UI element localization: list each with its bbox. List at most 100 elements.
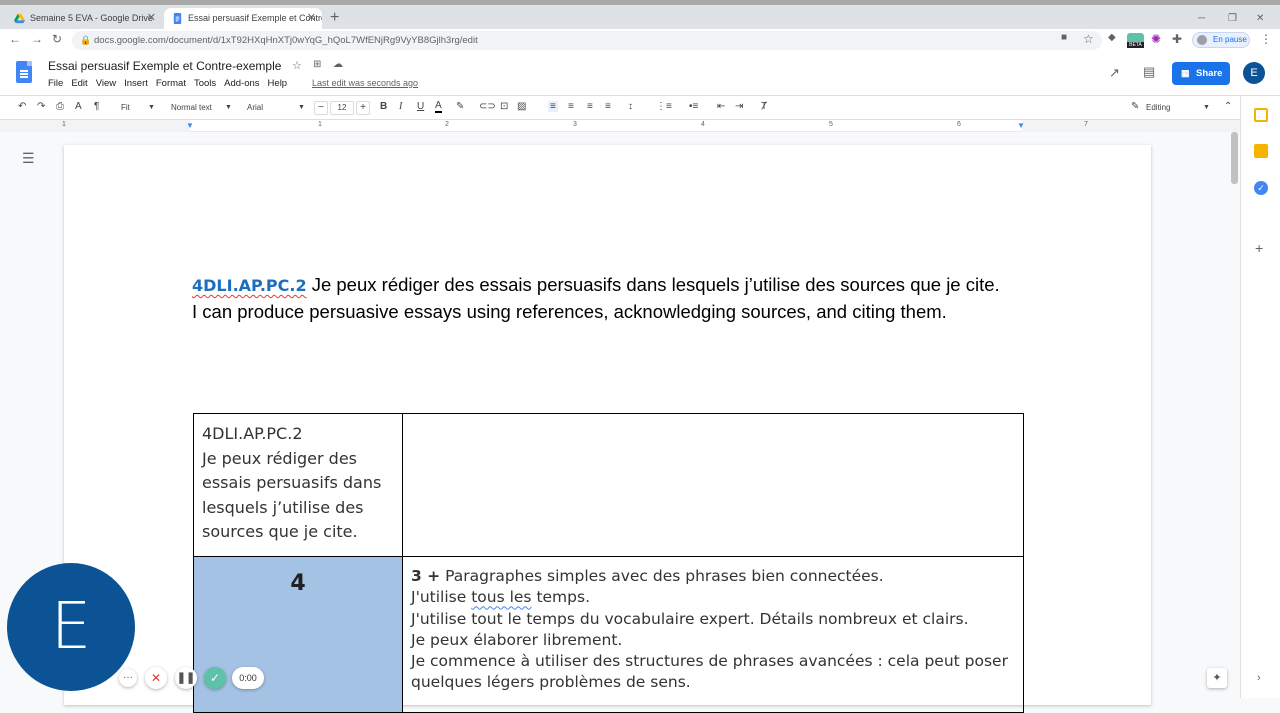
objective-heading[interactable]: 4DLI.AP.PC.2 Je peux rédiger des essais … bbox=[192, 272, 1012, 325]
rubric-table: 4DLI.AP.PC.2 Je peux rédiger des essais … bbox=[193, 413, 1024, 713]
descriptor-cell[interactable]: 3 + Paragraphes simples avec des phrases… bbox=[402, 556, 1024, 713]
table-cell-empty[interactable] bbox=[402, 413, 1024, 557]
finish-recording-icon[interactable]: ✓ bbox=[204, 667, 226, 689]
style-select[interactable]: Normal text bbox=[171, 103, 212, 112]
font-size-input[interactable]: 12 bbox=[330, 101, 354, 115]
keep-icon[interactable] bbox=[1254, 144, 1268, 158]
increase-indent-icon[interactable]: ⇥ bbox=[735, 101, 743, 112]
side-panel: ✓ + › bbox=[1240, 96, 1280, 698]
share-icon: ▦ bbox=[1181, 68, 1190, 78]
mode-dropdown-icon[interactable]: ▼ bbox=[1203, 104, 1210, 111]
calendar-icon[interactable] bbox=[1254, 108, 1268, 122]
menu-view[interactable]: View bbox=[96, 78, 116, 89]
new-tab-icon[interactable]: + bbox=[330, 9, 339, 27]
align-right-icon[interactable]: ≡ bbox=[587, 101, 593, 112]
ruler-number: 2 bbox=[445, 121, 449, 128]
zoom-select[interactable]: Fit bbox=[121, 103, 130, 112]
document-title[interactable]: Essai persuasif Exemple et Contre-exempl… bbox=[48, 59, 281, 73]
extension-icon[interactable]: ◆ bbox=[1108, 32, 1116, 43]
more-options-icon[interactable]: ··· bbox=[119, 669, 137, 687]
close-window-icon[interactable]: ✕ bbox=[1256, 13, 1264, 24]
collapse-menus-icon[interactable]: ⌃ bbox=[1224, 101, 1232, 112]
menu-addons[interactable]: Add-ons bbox=[224, 78, 259, 89]
expand-panel-icon[interactable]: › bbox=[1257, 672, 1261, 684]
tasks-icon[interactable]: ✓ bbox=[1254, 181, 1268, 195]
tab-essai-persuasif[interactable]: Essai persuasif Exemple et Contré ✕ bbox=[164, 8, 322, 29]
increase-font-size-icon[interactable]: + bbox=[356, 101, 370, 115]
restore-icon[interactable]: ❐ bbox=[1228, 13, 1237, 24]
numbered-list-icon[interactable]: ⋮≡ bbox=[656, 101, 672, 112]
print-icon[interactable]: ⎙ bbox=[56, 101, 64, 112]
right-indent-marker-icon[interactable]: ▼ bbox=[1017, 121, 1025, 130]
clear-formatting-icon[interactable]: Ⱦ bbox=[761, 101, 767, 112]
url-input[interactable]: 🔒 docs.google.com/document/d/1xT92HXqHnX… bbox=[72, 31, 1102, 50]
comment-history-icon[interactable]: ▤ bbox=[1143, 64, 1155, 80]
extension-flower-icon[interactable]: ✺ bbox=[1151, 32, 1161, 46]
left-indent-marker-icon[interactable]: ▼ bbox=[186, 121, 194, 130]
zoom-dropdown-icon[interactable]: ▼ bbox=[148, 104, 155, 111]
menu-help[interactable]: Help bbox=[268, 78, 288, 89]
font-dropdown-icon[interactable]: ▼ bbox=[298, 104, 305, 111]
pause-recording-icon[interactable]: ❚❚ bbox=[175, 667, 197, 689]
menu-file[interactable]: File bbox=[48, 78, 63, 89]
line-spacing-icon[interactable]: ↕ bbox=[628, 101, 633, 112]
redo-icon[interactable]: ↷ bbox=[37, 101, 45, 112]
spellcheck-flagged-text[interactable]: tous les bbox=[471, 588, 531, 606]
browser-menu-icon[interactable]: ⋮ bbox=[1260, 32, 1272, 46]
back-icon[interactable]: ← bbox=[9, 32, 21, 46]
align-left-icon[interactable]: ≡ bbox=[548, 101, 558, 112]
minimize-icon[interactable]: ─ bbox=[1198, 13, 1205, 24]
undo-icon[interactable]: ↶ bbox=[18, 101, 26, 112]
account-avatar[interactable]: E bbox=[1243, 62, 1265, 84]
highlight-icon[interactable]: ✎ bbox=[456, 101, 464, 112]
underline-icon[interactable]: U bbox=[417, 101, 424, 112]
star-icon[interactable]: ☆ bbox=[292, 59, 302, 72]
descriptor-line: J'utilise tous les temps. bbox=[411, 587, 1015, 608]
vertical-scrollbar[interactable] bbox=[1231, 132, 1238, 184]
bookmark-star-icon[interactable]: ☆ bbox=[1083, 32, 1094, 46]
font-select[interactable]: Arial bbox=[247, 103, 263, 112]
comment-icon[interactable]: ⊡ bbox=[500, 101, 508, 112]
table-cell[interactable]: 4DLI.AP.PC.2 Je peux rédiger des essais … bbox=[193, 413, 403, 557]
extension-beta-icon[interactable]: BETA bbox=[1127, 33, 1144, 48]
bold-icon[interactable]: B bbox=[380, 101, 387, 112]
spellcheck-icon[interactable]: A bbox=[75, 101, 82, 112]
docs-home-icon[interactable] bbox=[16, 61, 32, 83]
tab-google-drive[interactable]: Semaine 5 EVA - Google Drive ✕ bbox=[6, 8, 162, 29]
horizontal-ruler[interactable]: 1 1 2 3 4 5 6 7 ▼ ▼ bbox=[0, 120, 1240, 132]
style-dropdown-icon[interactable]: ▼ bbox=[225, 104, 232, 111]
menu-tools[interactable]: Tools bbox=[194, 78, 216, 89]
editing-mode-select[interactable]: Editing bbox=[1146, 103, 1170, 112]
move-folder-icon[interactable]: ⊞ bbox=[313, 59, 321, 70]
align-center-icon[interactable]: ≡ bbox=[568, 101, 574, 112]
italic-icon[interactable]: I bbox=[399, 101, 402, 112]
decrease-font-size-icon[interactable]: − bbox=[314, 101, 328, 115]
menu-edit[interactable]: Edit bbox=[71, 78, 87, 89]
bulleted-list-icon[interactable]: •≡ bbox=[689, 101, 698, 112]
image-icon[interactable]: ▨ bbox=[517, 101, 526, 112]
last-edit-link[interactable]: Last edit was seconds ago bbox=[312, 78, 418, 88]
close-tab-icon[interactable]: ✕ bbox=[307, 8, 316, 29]
menu-format[interactable]: Format bbox=[156, 78, 186, 89]
activity-trend-icon[interactable]: ↗ bbox=[1109, 65, 1120, 81]
add-addon-icon[interactable]: + bbox=[1255, 240, 1263, 256]
explore-icon[interactable]: ✦ bbox=[1207, 668, 1227, 688]
editing-pencil-icon: ✎ bbox=[1131, 101, 1140, 112]
decrease-indent-icon[interactable]: ⇤ bbox=[717, 101, 725, 112]
close-tab-icon[interactable]: ✕ bbox=[147, 8, 156, 29]
text-color-icon[interactable]: A bbox=[435, 101, 442, 113]
share-button[interactable]: ▦ Share bbox=[1172, 62, 1230, 85]
reload-icon[interactable]: ↻ bbox=[52, 32, 62, 46]
menu-insert[interactable]: Insert bbox=[124, 78, 148, 89]
paint-format-icon[interactable]: ¶ bbox=[94, 101, 99, 112]
link-icon[interactable]: ⊂⊃ bbox=[479, 101, 496, 112]
sync-paused-button[interactable]: En pause bbox=[1192, 32, 1250, 48]
puzzle-icon[interactable]: ✚ bbox=[1172, 32, 1182, 46]
justify-icon[interactable]: ≡ bbox=[605, 101, 611, 112]
level-cell[interactable]: 4 bbox=[193, 556, 403, 713]
document-outline-icon[interactable]: ☰ bbox=[22, 150, 35, 167]
camera-icon[interactable]: ■ bbox=[1061, 32, 1067, 43]
forward-icon[interactable]: → bbox=[31, 32, 43, 46]
menu-bar: File Edit View Insert Format Tools Add-ons Help bbox=[48, 78, 295, 89]
cancel-recording-icon[interactable]: ✕ bbox=[145, 667, 167, 689]
